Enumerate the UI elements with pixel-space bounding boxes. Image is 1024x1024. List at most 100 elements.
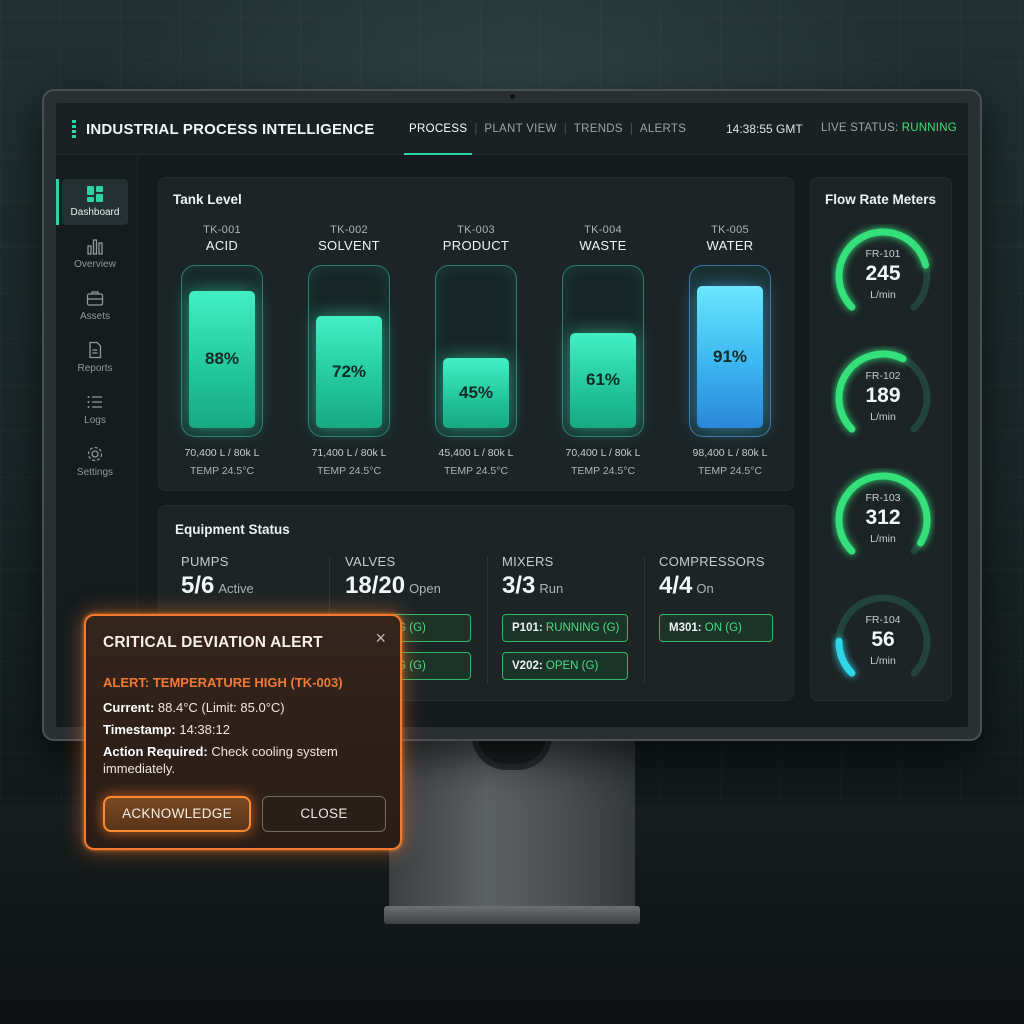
tank-card[interactable]: TK-001 ACID 88% 70,400 L / 80k L TEMP 24… [163,224,281,477]
tank-percent: 45% [458,382,494,402]
mixer-status-chip[interactable]: V202: OPEN (G) [502,652,628,680]
tank-temperature: TEMP 24.5°C [570,465,636,477]
gauge-id: FR-103 [865,492,901,504]
acknowledge-button[interactable]: ACKNOWLEDGE [103,796,251,832]
gauge-value: 56 [871,628,895,651]
flow-gauge[interactable]: FR-101 245 L/min [831,224,935,328]
equipment-count-suffix: On [696,581,714,596]
tank-name: PRODUCT [442,238,510,253]
sidebar-item-logs[interactable]: Logs [62,387,128,433]
document-icon [86,341,104,359]
sidebar-active-indicator [56,179,59,225]
tank-temperature: TEMP 24.5°C [697,465,763,477]
sidebar-item-settings[interactable]: Settings [62,439,128,485]
sidebar-item-dashboard[interactable]: Dashboard [62,179,128,225]
column-divider [487,556,488,684]
sidebar-item-label: Logs [84,415,106,426]
tank-card[interactable]: TK-004 WASTE 61% 70,400 L / 80k L TEMP 2… [544,224,662,477]
tank-percent: 91% [712,347,748,367]
tank-card[interactable]: TK-003 PRODUCT 45% 45,400 L / 80k L TEMP… [417,224,535,477]
tank-id: TK-003 [457,224,495,236]
sidebar-item-assets[interactable]: Assets [62,283,128,329]
gauge-unit: L/min [870,411,896,423]
alert-headline: ALERT: TEMPERATURE HIGH (TK-003) [103,675,343,690]
equipment-label: PUMPS [181,554,229,569]
equipment-count: 18/20 Open [345,572,441,600]
sidebar-item-label: Dashboard [70,207,120,218]
equipment-group-pumps: PUMPS 5/6 Active [181,554,254,600]
nav-tab-process[interactable]: PROCESS [402,103,474,155]
tank-card[interactable]: TK-005 WATER 91% 98,400 L / 80k L TEMP 2… [671,224,789,477]
tank-id: TK-004 [584,224,622,236]
tank-vessel: 61% [562,265,644,437]
panel-title: Flow Rate Meters [825,192,937,207]
tank-id: TK-001 [203,224,241,236]
gauge-unit: L/min [870,655,896,667]
tank-id: TK-002 [330,224,368,236]
equipment-count-value: 5/6 [181,572,215,599]
flow-gauge[interactable]: FR-104 56 L/min [831,590,935,694]
app-title: INDUSTRIAL PROCESS INTELLIGENCE [86,121,375,138]
chip-status: OPEN (G) [545,660,599,672]
compressor-status-chip[interactable]: M301: ON (G) [659,614,773,642]
alert-action: Action Required: Check cooling system im… [103,743,383,777]
clock-readout: 14:38:55 GMT [726,122,803,136]
equipment-label: COMPRESSORS [659,554,765,569]
equipment-count-suffix: Active [218,581,254,596]
tank-id: TK-005 [711,224,749,236]
equipment-count: 4/4 On [659,572,765,600]
tank-vessel: 91% [689,265,771,437]
mixer-status-chip[interactable]: P101: RUNNING (G) [502,614,628,642]
alert-current: Current: 88.4°C (Limit: 85.0°C) [103,699,383,716]
gauge-value: 312 [865,506,901,529]
tank-volume: 70,400 L / 80k L [565,447,641,459]
sidebar-item-label: Reports [77,363,113,374]
gauge-unit: L/min [870,533,896,545]
close-icon[interactable]: × [375,628,386,649]
tank-temperature: TEMP 24.5°C [316,465,382,477]
gauge-value: 245 [865,262,901,285]
nav-tab-plant-view[interactable]: PLANT VIEW [477,103,563,155]
alert-timestamp-label: Timestamp: [103,722,176,737]
alert-current-label: Current: [103,700,155,715]
flow-gauge[interactable]: FR-102 189 L/min [831,346,935,450]
equipment-count-value: 18/20 [345,572,406,599]
gauge-id: FR-104 [865,614,901,626]
flow-gauge[interactable]: FR-103 312 L/min [831,468,935,572]
top-bar: INDUSTRIAL PROCESS INTELLIGENCE PROCESS … [56,103,968,155]
gauge-unit: L/min [870,289,896,301]
nav-tab-trends[interactable]: TRENDS [567,103,630,155]
sidebar-item-overview[interactable]: Overview [62,231,128,277]
tank-vessel: 45% [435,265,517,437]
tank-name: ACID [205,238,239,253]
tank-percent: 61% [585,370,621,390]
sidebar-item-label: Overview [74,259,116,270]
flow-rate-panel: Flow Rate Meters FR-101 245 L/min FR-102… [810,177,952,701]
equipment-count-value: 4/4 [659,572,693,599]
close-button[interactable]: CLOSE [262,796,386,832]
camera-dot [510,94,515,99]
chip-status: RUNNING (G) [545,622,620,634]
gauge-id: FR-102 [865,370,901,382]
alert-timestamp: Timestamp: 14:38:12 [103,721,383,738]
tank-vessel: 88% [181,265,263,437]
main-nav: PROCESS | PLANT VIEW | TRENDS | ALERTS [402,103,693,155]
tank-temperature: TEMP 24.5°C [443,465,509,477]
chip-id: M301: [669,622,705,634]
panel-title: Equipment Status [175,522,290,537]
tank-volume: 45,400 L / 80k L [438,447,514,459]
tank-volume: 70,400 L / 80k L [184,447,260,459]
grid-icon [86,185,104,203]
equipment-count: 5/6 Active [181,572,254,600]
sidebar-item-reports[interactable]: Reports [62,335,128,381]
equipment-count-suffix: Run [539,581,564,596]
tank-vessel: 72% [308,265,390,437]
equipment-group-valves: VALVES 18/20 Open [345,554,441,600]
tank-card[interactable]: TK-002 SOLVENT 72% 71,400 L / 80k L TEMP… [290,224,408,477]
sidebar-item-label: Settings [76,467,114,478]
equipment-group-compressors: COMPRESSORS 4/4 On [659,554,765,600]
chip-id: P101: [512,622,546,634]
nav-tab-alerts[interactable]: ALERTS [633,103,693,155]
tank-percent: 72% [331,361,367,381]
equipment-count: 3/3 Run [502,572,563,600]
